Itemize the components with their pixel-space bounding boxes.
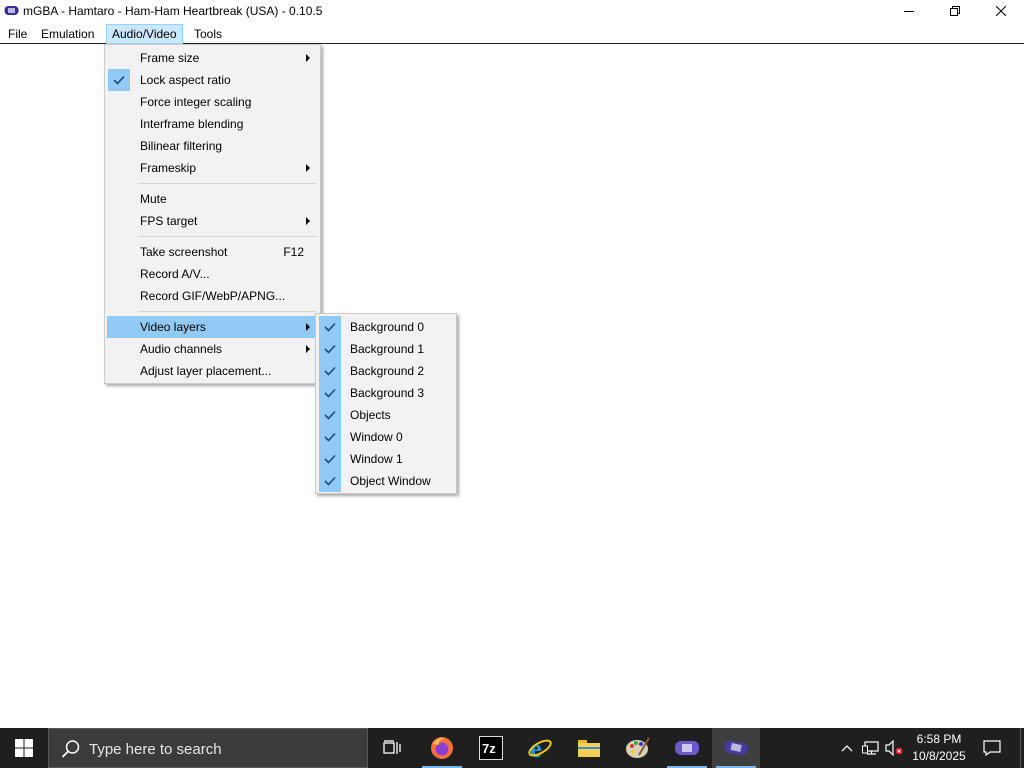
menu-separator <box>138 183 317 184</box>
menu-item-adjust-layer-placement[interactable]: Adjust layer placement... <box>107 360 318 382</box>
checkmark-icon <box>108 69 130 91</box>
search-icon <box>61 740 80 758</box>
checkmark-icon <box>319 316 341 338</box>
layer-item-window-0[interactable]: Window 0 <box>318 426 454 448</box>
taskbar-gba-app[interactable] <box>663 728 711 768</box>
mgba-icon <box>724 740 748 756</box>
menu-file[interactable]: File <box>3 24 32 44</box>
restore-button[interactable] <box>932 0 978 22</box>
windows-logo-icon <box>15 739 33 757</box>
file-explorer-icon <box>578 740 600 757</box>
paint-icon <box>626 737 650 758</box>
taskbar-firefox[interactable] <box>418 728 466 768</box>
chevron-up-icon <box>841 745 853 752</box>
menu-item-force-integer-scaling[interactable]: Force integer scaling <box>107 91 318 113</box>
checkmark-icon <box>319 448 341 470</box>
video-layers-submenu: Background 0 Background 1 Background 2 B… <box>315 313 457 494</box>
mgba-app-icon <box>4 6 19 15</box>
taskbar-7zip[interactable]: 7z <box>467 728 515 768</box>
volume-tray-button[interactable] <box>884 728 904 768</box>
volume-muted-icon <box>885 740 903 756</box>
taskbar-internet-explorer[interactable]: e <box>516 728 564 768</box>
notification-icon <box>983 740 1001 756</box>
layer-item-background-1[interactable]: Background 1 <box>318 338 454 360</box>
7zip-icon: 7z <box>479 736 503 760</box>
checkmark-icon <box>319 382 341 404</box>
menu-item-mute[interactable]: Mute <box>107 188 318 210</box>
submenu-arrow-icon <box>306 164 310 172</box>
menu-bar: File Emulation Audio/Video Tools <box>0 23 1024 44</box>
clock-time: 6:58 PM <box>916 732 962 746</box>
taskbar-search-box[interactable]: Type here to search <box>48 728 368 768</box>
checkmark-icon <box>319 470 341 492</box>
search-placeholder: Type here to search <box>89 741 222 758</box>
checkmark-icon <box>319 426 341 448</box>
taskbar-mgba-active[interactable] <box>712 728 760 768</box>
network-icon <box>862 741 879 755</box>
menu-emulation[interactable]: Emulation <box>36 24 99 44</box>
menu-item-record-gif[interactable]: Record GIF/WebP/APNG... <box>107 285 318 307</box>
layer-item-objects[interactable]: Objects <box>318 404 454 426</box>
menu-tools[interactable]: Tools <box>189 24 227 44</box>
taskbar: Type here to search 7z e 6:58 PM 10/8/20… <box>0 728 1024 768</box>
menu-separator <box>138 236 317 237</box>
notifications-button[interactable] <box>978 728 1006 768</box>
menu-item-take-screenshot[interactable]: Take screenshot F12 <box>107 241 318 263</box>
layer-item-background-2[interactable]: Background 2 <box>318 360 454 382</box>
menu-item-record-av[interactable]: Record A/V... <box>107 263 318 285</box>
menu-audio-video[interactable]: Audio/Video <box>106 24 183 44</box>
submenu-arrow-icon <box>306 345 310 353</box>
checkmark-icon <box>319 404 341 426</box>
taskbar-clock[interactable]: 6:58 PM 10/8/2025 <box>902 731 976 765</box>
minimize-button[interactable] <box>886 0 932 22</box>
menu-item-frame-size[interactable]: Frame size <box>107 47 318 69</box>
start-button[interactable] <box>0 728 48 768</box>
menu-item-interframe-blending[interactable]: Interframe blending <box>107 113 318 135</box>
menu-item-frameskip[interactable]: Frameskip <box>107 157 318 179</box>
close-button[interactable] <box>978 0 1024 22</box>
submenu-arrow-icon <box>306 323 310 331</box>
submenu-arrow-icon <box>306 217 310 225</box>
restore-icon <box>950 6 960 16</box>
layer-item-background-3[interactable]: Background 3 <box>318 382 454 404</box>
menu-item-lock-aspect-ratio[interactable]: Lock aspect ratio <box>107 69 318 91</box>
firefox-icon <box>431 737 453 759</box>
checkmark-icon <box>319 360 341 382</box>
show-hidden-icons-button[interactable] <box>836 728 858 768</box>
show-desktop-button[interactable] <box>1020 728 1024 768</box>
taskbar-paint[interactable] <box>614 728 662 768</box>
audio-video-dropdown: Frame size Lock aspect ratio Force integ… <box>104 44 321 384</box>
internet-explorer-icon: e <box>528 735 552 761</box>
task-view-button[interactable] <box>368 728 416 768</box>
checkmark-icon <box>319 338 341 360</box>
clock-date: 10/8/2025 <box>912 749 966 763</box>
menu-item-audio-channels[interactable]: Audio channels <box>107 338 318 360</box>
close-icon <box>996 6 1006 16</box>
network-tray-button[interactable] <box>860 728 882 768</box>
window-title: mGBA - Hamtaro - Ham-Ham Heartbreak (USA… <box>23 4 323 18</box>
menu-item-bilinear-filtering[interactable]: Bilinear filtering <box>107 135 318 157</box>
layer-item-window-1[interactable]: Window 1 <box>318 448 454 470</box>
title-bar: mGBA - Hamtaro - Ham-Ham Heartbreak (USA… <box>0 0 1024 22</box>
submenu-arrow-icon <box>306 54 310 62</box>
layer-item-object-window[interactable]: Object Window <box>318 470 454 492</box>
shortcut-label: F12 <box>283 245 304 259</box>
menu-separator <box>138 311 317 312</box>
layer-item-background-0[interactable]: Background 0 <box>318 316 454 338</box>
taskbar-file-explorer[interactable] <box>565 728 613 768</box>
task-view-icon <box>383 740 401 754</box>
menu-item-video-layers[interactable]: Video layers <box>107 316 318 338</box>
menu-item-fps-target[interactable]: FPS target <box>107 210 318 232</box>
gba-icon <box>675 741 699 755</box>
minimize-icon <box>904 11 914 12</box>
svg-text:7z: 7z <box>482 741 496 756</box>
